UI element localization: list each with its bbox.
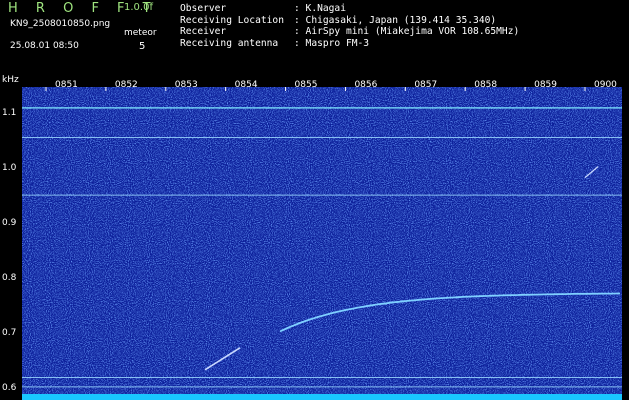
info-key: Receiver	[180, 26, 227, 37]
x-tick-label: 0853	[174, 80, 198, 90]
x-tick-label: 0855	[294, 80, 318, 90]
observation-info: Observer : K.Nagai Receiving Location : Ch…	[180, 3, 519, 49]
info-row-receiver: Receiver : AirSpy mini (Miakejima VOR 108…	[180, 26, 519, 38]
y-tick-label: 0.8	[2, 273, 17, 284]
filename-label: KN9_2508010850.png	[10, 19, 111, 29]
plot-noise	[22, 87, 622, 400]
baseline-band	[22, 394, 622, 400]
y-tick-label: 0.9	[2, 218, 17, 229]
spectrogram-plot	[22, 87, 622, 400]
x-tick-label: 0858	[474, 80, 498, 90]
y-tick-label: 1.0	[2, 163, 17, 174]
info-row-observer: Observer : K.Nagai	[180, 3, 519, 15]
info-value: : K.Nagai	[294, 3, 346, 14]
meteor-count-label: meteor	[124, 28, 157, 38]
y-tick-label: 0.6	[2, 383, 17, 394]
info-row-location: Receiving Location : Chigasaki, Japan (13…	[180, 15, 519, 27]
y-tick-label: 1.1	[2, 108, 17, 119]
y-tick-label: 0.7	[2, 328, 17, 339]
x-tick-label: 0859	[534, 80, 558, 90]
info-value: : Maspro FM-3	[294, 37, 370, 49]
x-tick-label: 0851	[55, 80, 78, 90]
info-value: : Chigasaki, Japan (139.414 35.340)	[294, 14, 497, 26]
datetime-label: 25.08.01 08:50	[10, 41, 79, 51]
info-key: Observer	[180, 3, 227, 14]
meteor-count-value: 5	[139, 41, 146, 52]
x-tick-label: 0900	[594, 80, 617, 90]
x-tick-label: 0854	[234, 80, 258, 90]
info-key: Receiving antenna	[180, 37, 279, 49]
x-tick-label: 0852	[114, 80, 138, 90]
info-row-antenna: Receiving antenna : Maspro FM-3	[180, 38, 519, 50]
x-tick-label: 0856	[354, 80, 378, 90]
info-value: : AirSpy mini (Miakejima VOR 108.65MHz)	[294, 26, 520, 37]
version-label: 1.0.0f	[124, 2, 153, 13]
info-key: Receiving Location	[180, 14, 284, 26]
header-panel: H R O F F T 1.0.0f KN9_2508010850.png me…	[0, 0, 629, 73]
x-tick-label: 0857	[414, 80, 438, 90]
y-axis-unit: kHz	[2, 75, 19, 85]
